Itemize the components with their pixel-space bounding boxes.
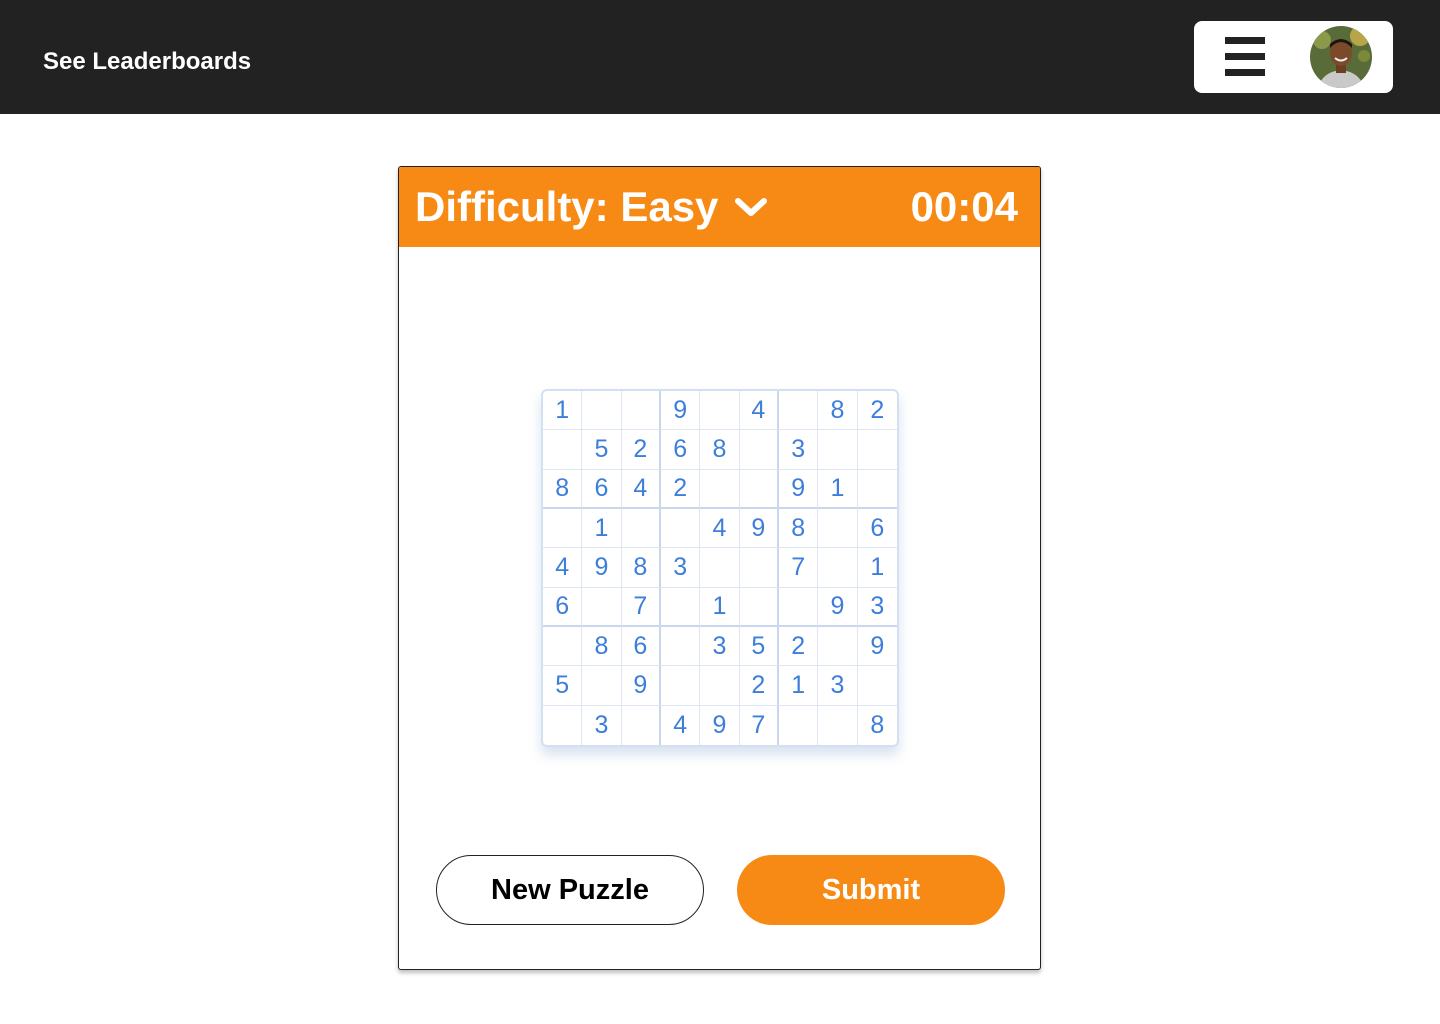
sudoku-cell[interactable] bbox=[582, 391, 622, 431]
sudoku-cell[interactable] bbox=[700, 469, 740, 509]
hamburger-menu-icon[interactable] bbox=[1225, 37, 1265, 77]
sudoku-cell[interactable]: 8 bbox=[582, 626, 622, 667]
sudoku-cell[interactable]: 6 bbox=[582, 469, 622, 509]
sudoku-cell[interactable]: 9 bbox=[739, 508, 779, 549]
sudoku-cell[interactable]: 6 bbox=[621, 626, 661, 667]
sudoku-cell[interactable] bbox=[857, 430, 897, 470]
sudoku-cell[interactable]: 6 bbox=[857, 509, 897, 549]
sudoku-cell[interactable]: 1 bbox=[818, 469, 858, 509]
chevron-down-icon bbox=[735, 198, 768, 216]
sudoku-cell[interactable]: 7 bbox=[740, 705, 779, 745]
sudoku-cell[interactable] bbox=[857, 666, 897, 706]
sudoku-cell[interactable] bbox=[660, 626, 701, 667]
sudoku-cell[interactable] bbox=[582, 666, 622, 706]
sudoku-cell[interactable] bbox=[660, 587, 701, 627]
user-avatar[interactable] bbox=[1310, 26, 1372, 88]
sudoku-cell[interactable]: 9 bbox=[778, 469, 819, 509]
sudoku-cell[interactable] bbox=[739, 469, 779, 509]
sudoku-cell[interactable]: 1 bbox=[778, 666, 819, 706]
sudoku-cell[interactable]: 8 bbox=[778, 508, 819, 549]
sudoku-cell[interactable]: 9 bbox=[582, 548, 622, 588]
sudoku-cell[interactable]: 9 bbox=[818, 587, 858, 627]
sudoku-cell[interactable] bbox=[660, 666, 701, 706]
sudoku-cell[interactable] bbox=[739, 548, 779, 588]
sudoku-cell[interactable]: 3 bbox=[778, 430, 819, 470]
sudoku-cell[interactable]: 1 bbox=[857, 548, 897, 588]
sudoku-cell[interactable]: 9 bbox=[660, 391, 701, 431]
sudoku-cell[interactable]: 8 bbox=[818, 391, 858, 431]
sudoku-cell[interactable]: 1 bbox=[700, 587, 740, 627]
sudoku-cell[interactable]: 8 bbox=[700, 430, 740, 470]
sudoku-cell[interactable] bbox=[818, 430, 858, 470]
sudoku-cell[interactable]: 7 bbox=[778, 548, 819, 588]
user-menu-box bbox=[1194, 21, 1393, 93]
sudoku-cell[interactable]: 6 bbox=[660, 430, 701, 470]
sudoku-cell[interactable]: 9 bbox=[857, 627, 897, 667]
sudoku-cell[interactable]: 2 bbox=[621, 430, 661, 470]
sudoku-cell[interactable] bbox=[700, 666, 740, 706]
sudoku-cell[interactable] bbox=[660, 508, 701, 549]
sudoku-cell[interactable]: 8 bbox=[621, 548, 661, 588]
sudoku-cell[interactable]: 4 bbox=[543, 548, 583, 588]
sudoku-cell[interactable] bbox=[857, 470, 897, 509]
sudoku-cell[interactable] bbox=[700, 548, 740, 588]
sudoku-cell[interactable]: 3 bbox=[700, 626, 740, 667]
sudoku-cell[interactable]: 4 bbox=[739, 391, 779, 431]
sudoku-cell[interactable] bbox=[543, 705, 583, 745]
sudoku-cell[interactable] bbox=[739, 587, 779, 627]
submit-button[interactable]: Submit bbox=[737, 855, 1005, 925]
sudoku-cell[interactable] bbox=[622, 705, 661, 745]
difficulty-dropdown[interactable]: Difficulty: Easy bbox=[415, 181, 768, 233]
sudoku-cell[interactable]: 4 bbox=[700, 508, 740, 549]
sudoku-grid: 1948252683864291149864983716719386352959… bbox=[541, 389, 899, 747]
sudoku-cell[interactable] bbox=[778, 391, 819, 431]
sudoku-cell[interactable]: 4 bbox=[661, 705, 701, 745]
sudoku-cell[interactable] bbox=[543, 508, 583, 549]
sudoku-cell[interactable]: 9 bbox=[700, 705, 740, 745]
top-nav-bar: See Leaderboards bbox=[0, 0, 1440, 114]
game-timer: 00:04 bbox=[910, 183, 1018, 230]
sudoku-cell[interactable]: 4 bbox=[621, 469, 661, 509]
sudoku-cell[interactable]: 5 bbox=[582, 430, 622, 470]
sudoku-cell[interactable]: 1 bbox=[582, 508, 622, 549]
sudoku-cell[interactable]: 9 bbox=[621, 666, 661, 706]
sudoku-cell[interactable] bbox=[543, 430, 583, 470]
difficulty-label: Difficulty: Easy bbox=[415, 183, 719, 230]
sudoku-cell[interactable]: 3 bbox=[857, 588, 897, 627]
sudoku-cell[interactable]: 6 bbox=[543, 587, 583, 627]
sudoku-cell[interactable] bbox=[778, 587, 819, 627]
sudoku-cell[interactable]: 8 bbox=[858, 706, 897, 745]
card-header: Difficulty: Easy 00:04 bbox=[399, 167, 1040, 247]
see-leaderboards-link[interactable]: See Leaderboards bbox=[43, 48, 251, 76]
sudoku-cell[interactable] bbox=[779, 705, 819, 745]
sudoku-cell[interactable] bbox=[621, 508, 661, 549]
sudoku-cell[interactable]: 8 bbox=[543, 469, 583, 509]
new-puzzle-button[interactable]: New Puzzle bbox=[436, 855, 704, 925]
sudoku-cell[interactable] bbox=[818, 626, 858, 667]
sudoku-cell[interactable]: 2 bbox=[857, 391, 897, 431]
sudoku-cell[interactable]: 2 bbox=[778, 626, 819, 667]
sudoku-cell[interactable]: 3 bbox=[660, 548, 701, 588]
sudoku-cell[interactable] bbox=[739, 430, 779, 470]
sudoku-cell[interactable] bbox=[818, 705, 858, 745]
sudoku-cell[interactable]: 3 bbox=[582, 705, 622, 745]
sudoku-cell[interactable] bbox=[621, 391, 661, 431]
sudoku-cell[interactable] bbox=[818, 548, 858, 588]
sudoku-cell[interactable]: 2 bbox=[739, 666, 779, 706]
avatar-photo bbox=[1310, 26, 1372, 88]
sudoku-cell[interactable]: 5 bbox=[543, 666, 583, 706]
sudoku-cell[interactable]: 5 bbox=[739, 626, 779, 667]
sudoku-card: Difficulty: Easy 00:04 19482526838642911… bbox=[398, 166, 1041, 970]
sudoku-cell[interactable] bbox=[543, 626, 583, 667]
sudoku-cell[interactable] bbox=[700, 391, 740, 431]
sudoku-cell[interactable]: 7 bbox=[621, 587, 661, 627]
sudoku-cell[interactable] bbox=[818, 508, 858, 549]
sudoku-cell[interactable]: 2 bbox=[660, 469, 701, 509]
sudoku-cell[interactable] bbox=[582, 587, 622, 627]
sudoku-cell[interactable]: 1 bbox=[543, 391, 583, 431]
sudoku-cell[interactable]: 3 bbox=[818, 666, 858, 706]
